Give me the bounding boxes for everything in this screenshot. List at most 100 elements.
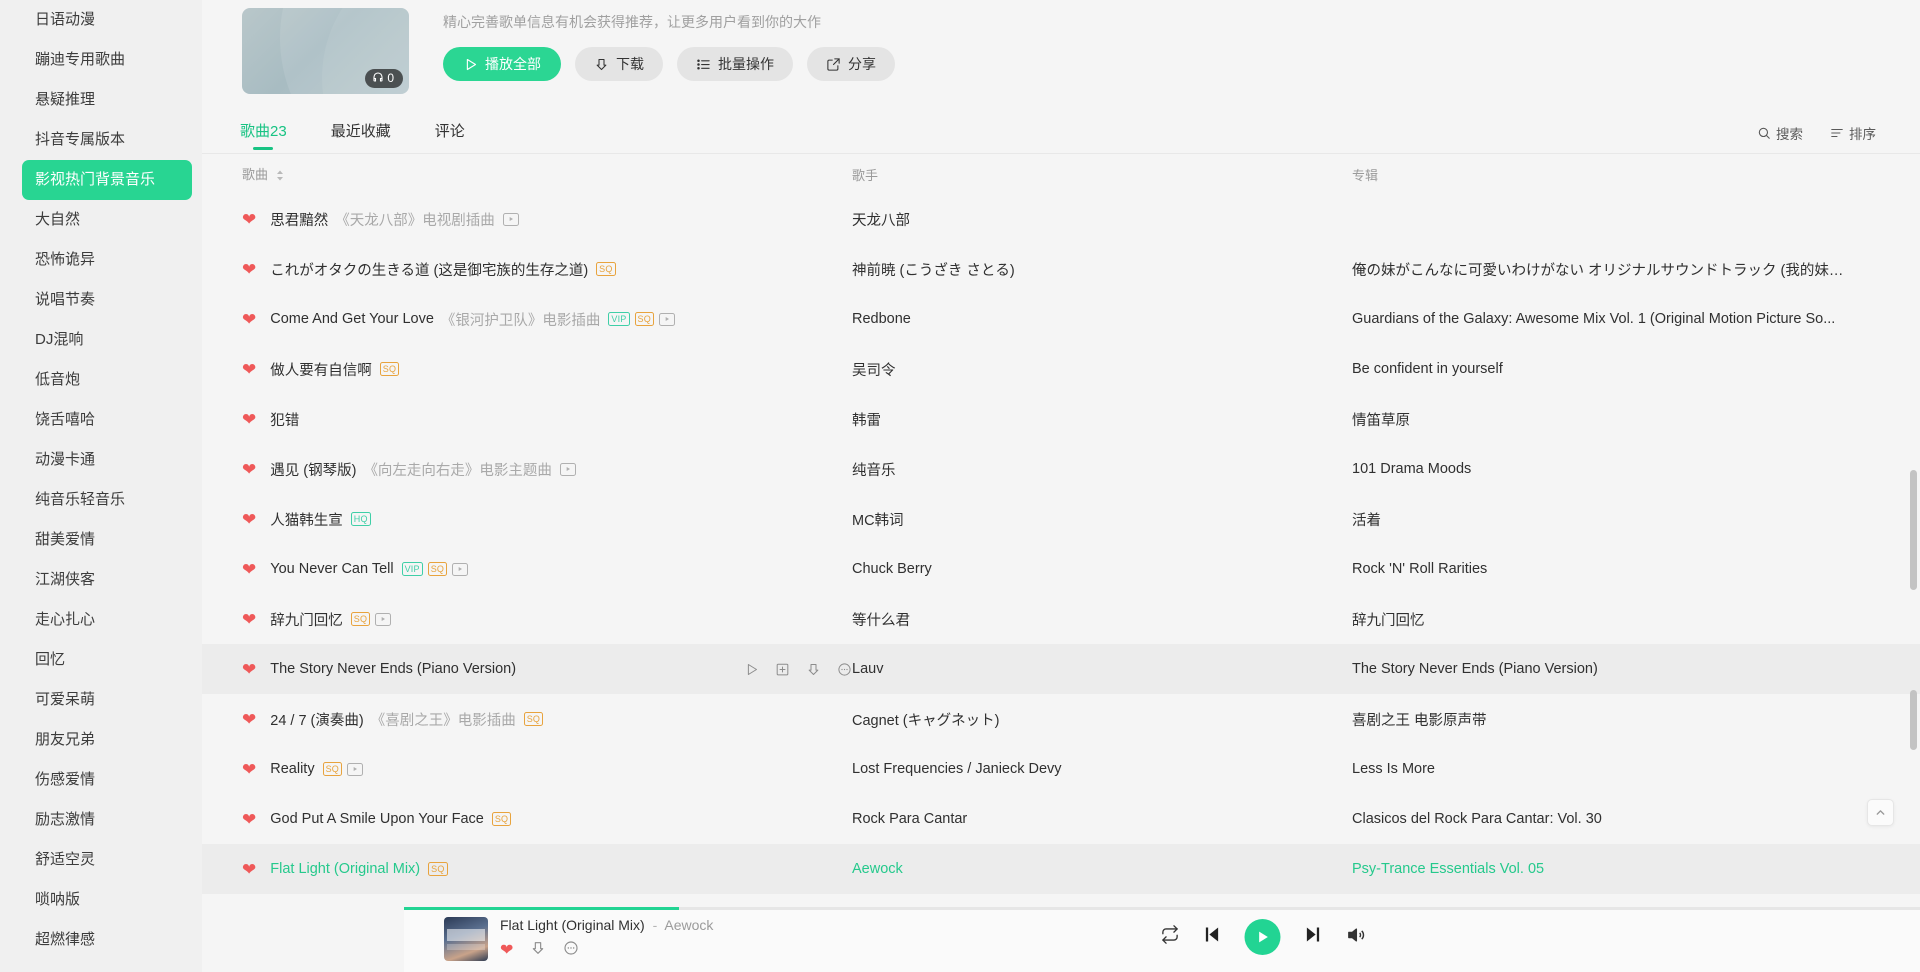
download-icon[interactable] xyxy=(806,662,821,677)
sidebar-item-23[interactable]: 超燃律感 xyxy=(22,920,192,960)
sidebar-item-22[interactable]: 唢呐版 xyxy=(22,880,192,920)
heart-icon[interactable]: ❤ xyxy=(242,211,256,228)
heart-icon[interactable]: ❤ xyxy=(242,411,256,428)
artist-name[interactable]: Aewock xyxy=(852,861,1352,877)
sidebar-item-14[interactable]: 江湖侠客 xyxy=(22,560,192,600)
playlist-button-2[interactable]: 批量操作 xyxy=(677,47,793,81)
album-name[interactable]: The Story Never Ends (Piano Version) xyxy=(1352,661,1880,677)
sidebar-item-15[interactable]: 走心扎心 xyxy=(22,600,192,640)
table-row[interactable]: ❤ 犯错 韩雷 情笛草原 xyxy=(202,394,1920,444)
tool-0[interactable]: 搜索 xyxy=(1757,123,1803,143)
heart-icon[interactable]: ❤ xyxy=(242,311,256,328)
sidebar-item-12[interactable]: 纯音乐轻音乐 xyxy=(22,480,192,520)
song-title[interactable]: 思君黯然 xyxy=(270,209,328,230)
artist-name[interactable]: Redbone xyxy=(852,311,1352,327)
playlist-button-1[interactable]: 下载 xyxy=(575,47,663,81)
sidebar-item-11[interactable]: 动漫卡通 xyxy=(22,440,192,480)
player-album-art[interactable] xyxy=(444,917,488,961)
sidebar-item-21[interactable]: 舒适空灵 xyxy=(22,840,192,880)
artist-name[interactable]: Cagnet (キャグネット) xyxy=(852,709,1352,730)
progress-bar-track[interactable] xyxy=(404,907,1920,910)
table-row[interactable]: ❤ これがオタクの生きる道 (这是御宅族的生存之道) SQ 神前暁 (こうざき さとる… xyxy=(202,244,1920,294)
tab-0[interactable]: 歌曲23 xyxy=(240,120,287,150)
table-row[interactable]: ❤ 做人要有自信啊 SQ 吴司令 Be confident in yourself xyxy=(202,344,1920,394)
table-row[interactable]: ❤ You Never Can Tell VIP SQ Chuck Berry Rock … xyxy=(202,544,1920,594)
table-row[interactable]: ❤ Reality SQ Lost Frequencies / Janieck Dev… xyxy=(202,744,1920,794)
heart-icon[interactable]: ❤ xyxy=(242,861,256,878)
sidebar-item-10[interactable]: 饶舌嘻哈 xyxy=(22,400,192,440)
heart-icon[interactable]: ❤ xyxy=(242,811,256,828)
heart-icon[interactable]: ❤ xyxy=(242,511,256,528)
artist-name[interactable]: Lost Frequencies / Janieck Devy xyxy=(852,761,1352,777)
heart-icon[interactable]: ❤ xyxy=(242,661,256,678)
artist-name[interactable]: Chuck Berry xyxy=(852,561,1352,577)
album-name[interactable]: 喜剧之王 电影原声带 xyxy=(1352,709,1880,730)
page-scrollbar[interactable] xyxy=(1910,0,1917,972)
playlist-cover[interactable]: 0 xyxy=(242,8,409,94)
playlist-button-0[interactable]: 播放全部 xyxy=(443,47,561,81)
artist-name[interactable]: 神前暁 (こうざき さとる) xyxy=(852,259,1352,280)
heart-icon[interactable]: ❤ xyxy=(242,711,256,728)
album-name[interactable]: Be confident in yourself xyxy=(1352,361,1880,377)
sidebar-item-4[interactable]: 影视热门背景音乐 xyxy=(22,160,192,200)
heart-icon[interactable]: ❤ xyxy=(242,261,256,278)
tab-1[interactable]: 最近收藏 xyxy=(331,120,391,150)
artist-name[interactable]: 吴司令 xyxy=(852,359,1352,380)
repeat-icon[interactable] xyxy=(1161,925,1180,949)
table-row[interactable]: ❤ 24 / 7 (演奏曲) 《喜剧之王》电影插曲 SQ Cagnet (キャグネット)… xyxy=(202,694,1920,744)
artist-name[interactable]: 纯音乐 xyxy=(852,459,1352,480)
back-to-top-button[interactable] xyxy=(1867,799,1894,826)
heart-icon[interactable]: ❤ xyxy=(242,561,256,578)
sidebar-item-16[interactable]: 回忆 xyxy=(22,640,192,680)
table-row[interactable]: ❤ Flat Light (Original Mix) SQ Aewock Psy-Tr… xyxy=(202,844,1920,894)
sidebar-item-19[interactable]: 伤感爱情 xyxy=(22,760,192,800)
song-title[interactable]: You Never Can Tell xyxy=(270,561,393,577)
song-title[interactable]: これがオタクの生きる道 (这是御宅族的生存之道) xyxy=(270,259,588,280)
table-row[interactable]: ❤ 辞九门回忆 SQ 等什么君 辞九门回忆 xyxy=(202,594,1920,644)
table-row[interactable]: ❤ The Story Never Ends (Piano Version) Lau… xyxy=(202,644,1920,694)
more-icon[interactable] xyxy=(837,662,852,677)
play-icon[interactable] xyxy=(1244,919,1281,955)
album-name[interactable]: Psy-Trance Essentials Vol. 05 xyxy=(1352,861,1880,877)
artist-name[interactable]: 天龙八部 xyxy=(852,209,1352,230)
sidebar-item-0[interactable]: 日语动漫 xyxy=(22,0,192,40)
playlist-button-3[interactable]: 分享 xyxy=(807,47,895,81)
album-name[interactable]: Clasicos del Rock Para Cantar: Vol. 30 xyxy=(1352,811,1880,827)
album-name[interactable]: 辞九门回忆 xyxy=(1352,609,1880,630)
artist-name[interactable]: Lauv xyxy=(852,661,1352,677)
more-icon[interactable] xyxy=(563,940,579,961)
sidebar-item-9[interactable]: 低音炮 xyxy=(22,360,192,400)
table-row[interactable]: ❤ 人猫韩生宣 HQ MC韩词 活着 xyxy=(202,494,1920,544)
artist-name[interactable]: 韩雷 xyxy=(852,409,1352,430)
album-name[interactable]: 活着 xyxy=(1352,509,1880,530)
sidebar-item-13[interactable]: 甜美爱情 xyxy=(22,520,192,560)
sidebar-item-7[interactable]: 说唱节奏 xyxy=(22,280,192,320)
table-row[interactable]: ❤ God Put A Smile Upon Your Face SQ Rock Pa… xyxy=(202,794,1920,844)
page-scrollbar-thumb[interactable] xyxy=(1910,470,1917,590)
album-name[interactable]: Guardians of the Galaxy: Awesome Mix Vol… xyxy=(1352,311,1880,327)
song-title[interactable]: The Story Never Ends (Piano Version) xyxy=(270,661,516,677)
album-name[interactable]: 俺の妹がこんなに可愛いわけがない オリジナルサウンドトラック (我的妹妹不... xyxy=(1352,259,1880,280)
heart-icon[interactable]: ❤ xyxy=(242,461,256,478)
table-row[interactable]: ❤ 遇见 (钢琴版) 《向左走向右走》电影主题曲 纯音乐 101 Drama Moods xyxy=(202,444,1920,494)
tool-1[interactable]: 排序 xyxy=(1830,123,1876,143)
previous-icon[interactable] xyxy=(1202,924,1223,950)
tab-2[interactable]: 评论 xyxy=(435,120,465,150)
table-row[interactable]: ❤ Come And Get Your Love 《银河护卫队》电影插曲 VIP SQ R… xyxy=(202,294,1920,344)
song-title[interactable]: 做人要有自信啊 xyxy=(270,359,372,380)
song-title[interactable]: Flat Light (Original Mix) xyxy=(270,861,420,877)
sort-arrows-icon[interactable] xyxy=(276,169,284,184)
album-name[interactable]: Less Is More xyxy=(1352,761,1880,777)
add-to-playlist-icon[interactable] xyxy=(775,662,790,677)
table-row[interactable]: ❤ 思君黯然 《天龙八部》电视剧插曲 天龙八部 xyxy=(202,194,1920,244)
song-title[interactable]: 犯错 xyxy=(270,409,299,430)
sidebar-item-17[interactable]: 可爱呆萌 xyxy=(22,680,192,720)
sidebar-item-5[interactable]: 大自然 xyxy=(22,200,192,240)
page-scrollbar-thumb-2[interactable] xyxy=(1910,690,1917,750)
download-icon[interactable] xyxy=(530,940,546,961)
player-track-artist[interactable]: Aewock xyxy=(664,917,713,933)
song-title[interactable]: Reality xyxy=(270,761,314,777)
sidebar-item-20[interactable]: 励志激情 xyxy=(22,800,192,840)
song-title[interactable]: 遇见 (钢琴版) xyxy=(270,459,356,480)
volume-icon[interactable] xyxy=(1346,925,1366,950)
